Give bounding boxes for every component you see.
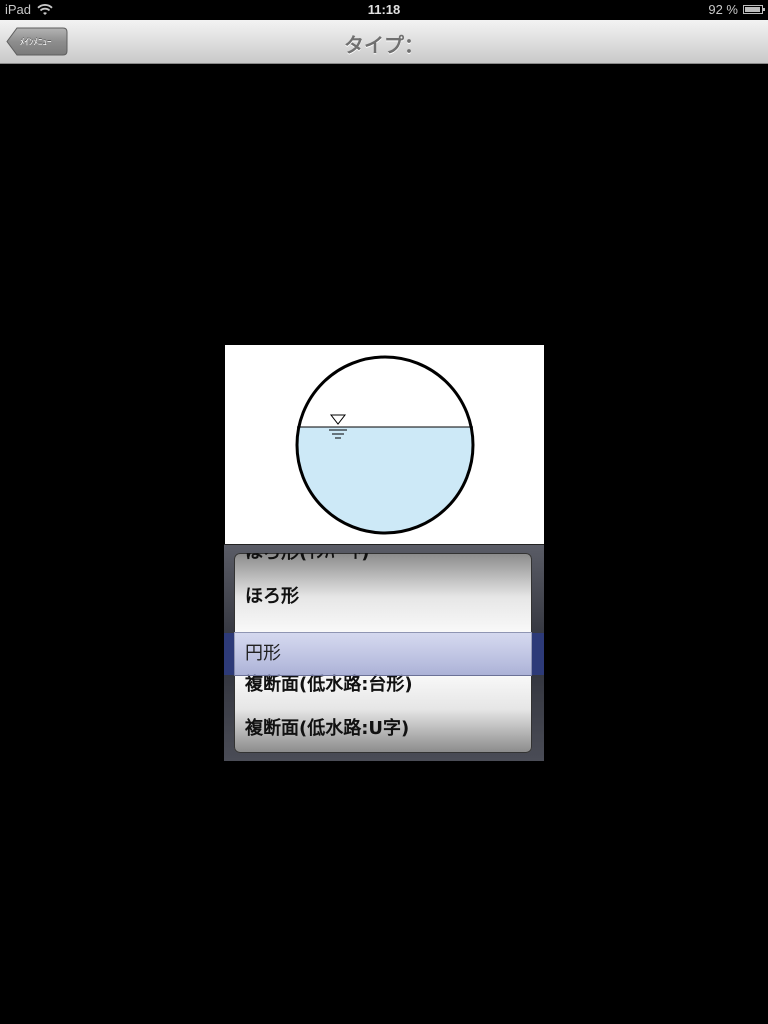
picker-item[interactable]: ほろ形 bbox=[234, 575, 532, 619]
battery-group: 92 % bbox=[708, 2, 765, 17]
status-bar: iPad 11:18 92 % bbox=[0, 0, 768, 20]
navigation-bar: ﾒｲﾝﾒﾆｭｰ タイプ： bbox=[0, 20, 768, 64]
clock: 11:18 bbox=[367, 2, 401, 17]
battery-percent: 92 % bbox=[708, 2, 738, 17]
picker-item[interactable]: 複断面(低水路:台形) bbox=[234, 663, 532, 707]
cross-section-diagram bbox=[225, 345, 544, 544]
picker-item[interactable]: 複断面(低水路:U字) bbox=[234, 707, 532, 751]
page-title: タイプ： bbox=[344, 33, 424, 57]
picker-wheel[interactable]: ほろ形(ｲﾝﾊﾞｰﾄ) ほろ形 円形 複断面(低水路:台形) 複断面(低水路:U… bbox=[234, 553, 532, 753]
picker-item[interactable]: ほろ形(ｲﾝﾊﾞｰﾄ) bbox=[234, 553, 532, 575]
water-fill bbox=[297, 427, 473, 533]
type-picker[interactable]: ほろ形(ｲﾝﾊﾞｰﾄ) ほろ形 円形 複断面(低水路:台形) 複断面(低水路:U… bbox=[224, 544, 544, 761]
battery-icon bbox=[743, 5, 765, 14]
battery-level bbox=[745, 7, 760, 12]
circular-pipe-diagram bbox=[295, 355, 475, 535]
